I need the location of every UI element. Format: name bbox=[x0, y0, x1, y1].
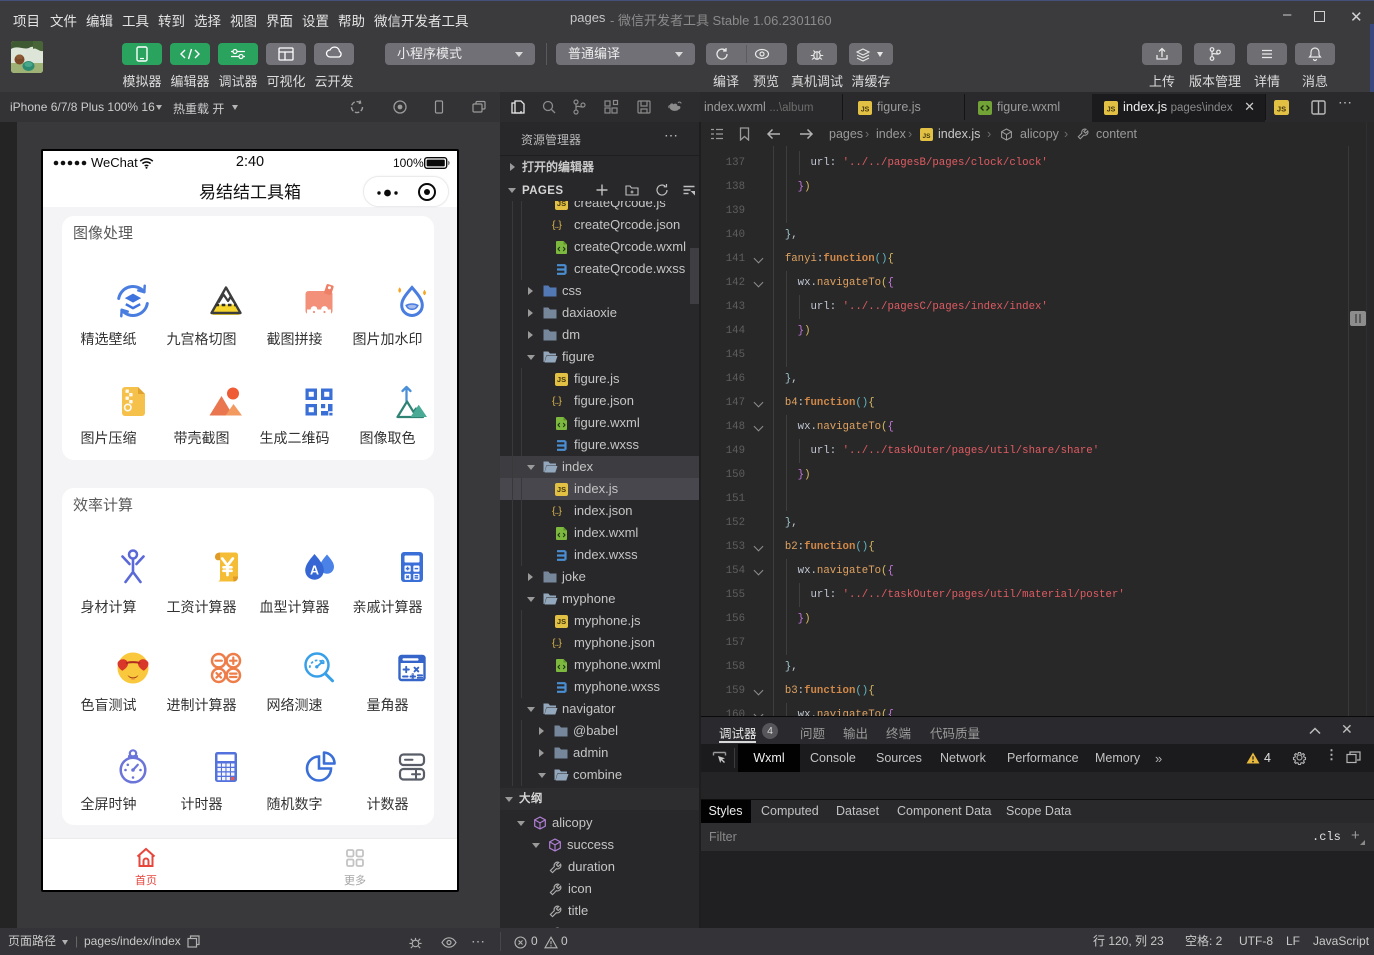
svg-text:JS: JS bbox=[861, 107, 870, 114]
svg-text:A: A bbox=[310, 564, 319, 578]
svg-text:JS: JS bbox=[1107, 107, 1116, 114]
svg-text:JS: JS bbox=[923, 133, 932, 140]
svg-text:JS: JS bbox=[1277, 104, 1286, 113]
